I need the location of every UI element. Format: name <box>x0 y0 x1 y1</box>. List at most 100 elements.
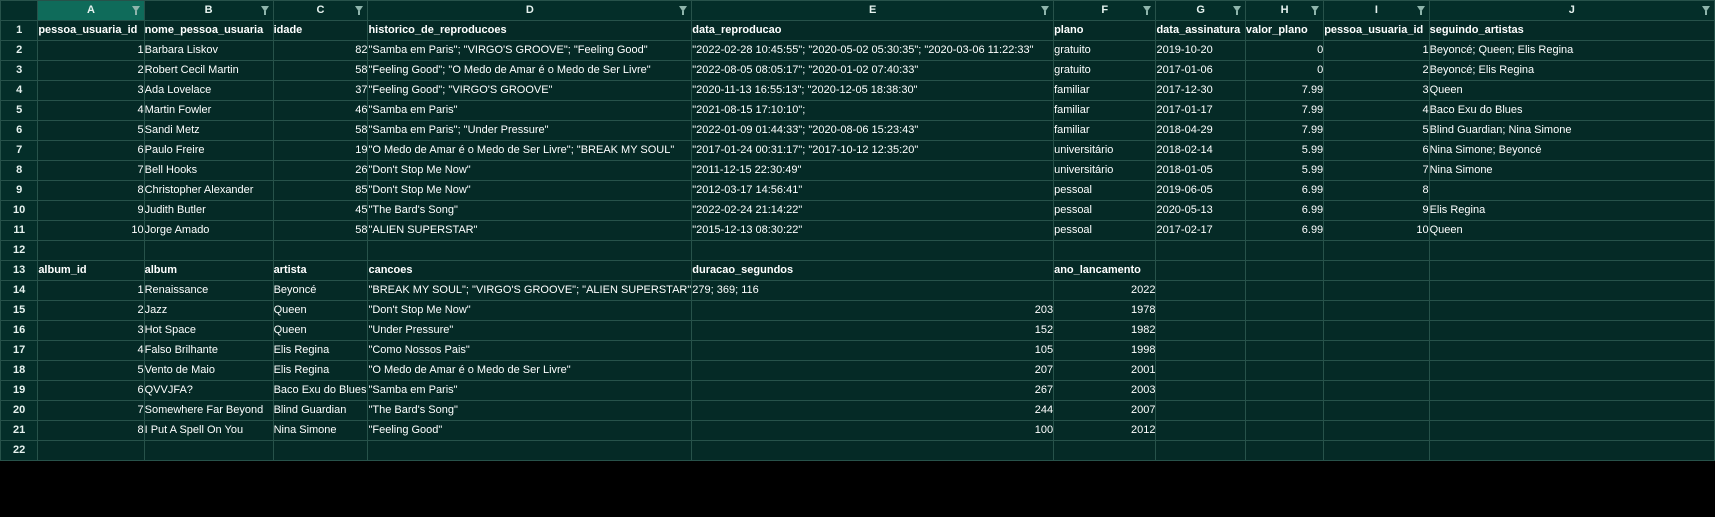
cell-d19[interactable]: "Samba em Paris" <box>367 380 693 401</box>
cell-h9[interactable]: 6.99 <box>1244 180 1325 201</box>
filter-icon[interactable] <box>1311 6 1320 15</box>
cell-i11[interactable]: 10 <box>1323 220 1430 241</box>
cell-j11[interactable]: Queen <box>1428 220 1715 241</box>
row-header[interactable]: 3 <box>0 60 39 81</box>
cell-e11[interactable]: "2015-12-13 08:30:22" <box>691 220 1055 241</box>
cell-b19[interactable]: QVVJFA? <box>143 380 274 401</box>
cell-e4[interactable]: "2020-11-13 16:55:13"; "2020-12-05 18:38… <box>691 80 1055 101</box>
cell-b20[interactable]: Somewhere Far Beyond <box>143 400 274 421</box>
cell-c10[interactable]: 45 <box>272 200 369 221</box>
cell-h3[interactable]: 0 <box>1244 60 1325 81</box>
cell-g16[interactable] <box>1155 320 1246 341</box>
cell-a21[interactable]: 8 <box>37 420 145 441</box>
cell-j22[interactable] <box>1428 440 1715 461</box>
filter-icon[interactable] <box>1143 6 1152 15</box>
cell-g7[interactable]: 2018-02-14 <box>1155 140 1246 161</box>
cell-g1[interactable]: data_assinatura <box>1155 20 1246 41</box>
cell-e15[interactable]: 203 <box>691 300 1055 321</box>
row-header[interactable]: 1 <box>0 20 39 41</box>
cell-j3[interactable]: Beyoncé; Elis Regina <box>1428 60 1715 81</box>
cell-h20[interactable] <box>1244 400 1325 421</box>
select-all-corner[interactable] <box>0 0 39 21</box>
cell-f11[interactable]: pessoal <box>1053 220 1157 241</box>
cell-j9[interactable] <box>1428 180 1715 201</box>
filter-icon[interactable] <box>355 6 364 15</box>
cell-c20[interactable]: Blind Guardian <box>272 400 369 421</box>
cell-a17[interactable]: 4 <box>37 340 145 361</box>
cell-a5[interactable]: 4 <box>37 100 145 121</box>
cell-d17[interactable]: "Como Nossos Pais" <box>367 340 693 361</box>
cell-d11[interactable]: "ALIEN SUPERSTAR" <box>367 220 693 241</box>
column-header-h[interactable]: H <box>1244 0 1325 21</box>
cell-e21[interactable]: 100 <box>691 420 1055 441</box>
cell-i21[interactable] <box>1323 420 1430 441</box>
cell-f19[interactable]: 2003 <box>1053 380 1157 401</box>
cell-g3[interactable]: 2017-01-06 <box>1155 60 1246 81</box>
cell-c14[interactable]: Beyoncé <box>272 280 369 301</box>
cell-b3[interactable]: Robert Cecil Martin <box>143 60 274 81</box>
cell-d4[interactable]: "Feeling Good"; "VIRGO'S GROOVE" <box>367 80 693 101</box>
cell-c22[interactable] <box>272 440 369 461</box>
cell-a22[interactable] <box>37 440 145 461</box>
row-header[interactable]: 6 <box>0 120 39 141</box>
cell-c17[interactable]: Elis Regina <box>272 340 369 361</box>
cell-h13[interactable] <box>1244 260 1325 281</box>
cell-i7[interactable]: 6 <box>1323 140 1430 161</box>
cell-j17[interactable] <box>1428 340 1715 361</box>
cell-j8[interactable]: Nina Simone <box>1428 160 1715 181</box>
cell-b9[interactable]: Christopher Alexander <box>143 180 274 201</box>
cell-i9[interactable]: 8 <box>1323 180 1430 201</box>
cell-j14[interactable] <box>1428 280 1715 301</box>
cell-e8[interactable]: "2011-12-15 22:30:49" <box>691 160 1055 181</box>
cell-f4[interactable]: familiar <box>1053 80 1157 101</box>
cell-f10[interactable]: pessoal <box>1053 200 1157 221</box>
cell-e22[interactable] <box>691 440 1055 461</box>
cell-f16[interactable]: 1982 <box>1053 320 1157 341</box>
cell-e12[interactable] <box>691 240 1055 261</box>
filter-icon[interactable] <box>1232 6 1241 15</box>
row-header[interactable]: 16 <box>0 320 39 341</box>
row-header[interactable]: 21 <box>0 420 39 441</box>
cell-f1[interactable]: plano <box>1053 20 1157 41</box>
cell-g4[interactable]: 2017-12-30 <box>1155 80 1246 101</box>
cell-h8[interactable]: 5.99 <box>1244 160 1325 181</box>
cell-g5[interactable]: 2017-01-17 <box>1155 100 1246 121</box>
cell-i2[interactable]: 1 <box>1323 40 1430 61</box>
filter-icon[interactable] <box>1041 6 1050 15</box>
cell-b13[interactable]: album <box>143 260 274 281</box>
cell-e14[interactable]: 279; 369; 116 <box>691 280 1055 301</box>
cell-a16[interactable]: 3 <box>37 320 145 341</box>
cell-j10[interactable]: Elis Regina <box>1428 200 1715 221</box>
cell-i19[interactable] <box>1323 380 1430 401</box>
cell-c21[interactable]: Nina Simone <box>272 420 369 441</box>
cell-h12[interactable] <box>1244 240 1325 261</box>
cell-h16[interactable] <box>1244 320 1325 341</box>
cell-c15[interactable]: Queen <box>272 300 369 321</box>
cell-i5[interactable]: 4 <box>1323 100 1430 121</box>
cell-h21[interactable] <box>1244 420 1325 441</box>
column-header-i[interactable]: I <box>1323 0 1430 21</box>
cell-g13[interactable] <box>1155 260 1246 281</box>
cell-a8[interactable]: 7 <box>37 160 145 181</box>
cell-j18[interactable] <box>1428 360 1715 381</box>
cell-c13[interactable]: artista <box>272 260 369 281</box>
filter-icon[interactable] <box>131 6 140 15</box>
cell-d15[interactable]: "Don't Stop Me Now" <box>367 300 693 321</box>
cell-d10[interactable]: "The Bard's Song" <box>367 200 693 221</box>
cell-g18[interactable] <box>1155 360 1246 381</box>
filter-icon[interactable] <box>1702 6 1710 15</box>
filter-icon[interactable] <box>260 6 269 15</box>
cell-e10[interactable]: "2022-02-24 21:14:22" <box>691 200 1055 221</box>
cell-e16[interactable]: 152 <box>691 320 1055 341</box>
cell-a1[interactable]: pessoa_usuaria_id <box>37 20 145 41</box>
cell-j7[interactable]: Nina Simone; Beyoncé <box>1428 140 1715 161</box>
cell-h6[interactable]: 7.99 <box>1244 120 1325 141</box>
column-header-d[interactable]: D <box>367 0 693 21</box>
cell-f20[interactable]: 2007 <box>1053 400 1157 421</box>
cell-b2[interactable]: Barbara Liskov <box>143 40 274 61</box>
cell-i16[interactable] <box>1323 320 1430 341</box>
cell-c16[interactable]: Queen <box>272 320 369 341</box>
row-header[interactable]: 15 <box>0 300 39 321</box>
cell-d3[interactable]: "Feeling Good"; "O Medo de Amar é o Medo… <box>367 60 693 81</box>
cell-j6[interactable]: Blind Guardian; Nina Simone <box>1428 120 1715 141</box>
